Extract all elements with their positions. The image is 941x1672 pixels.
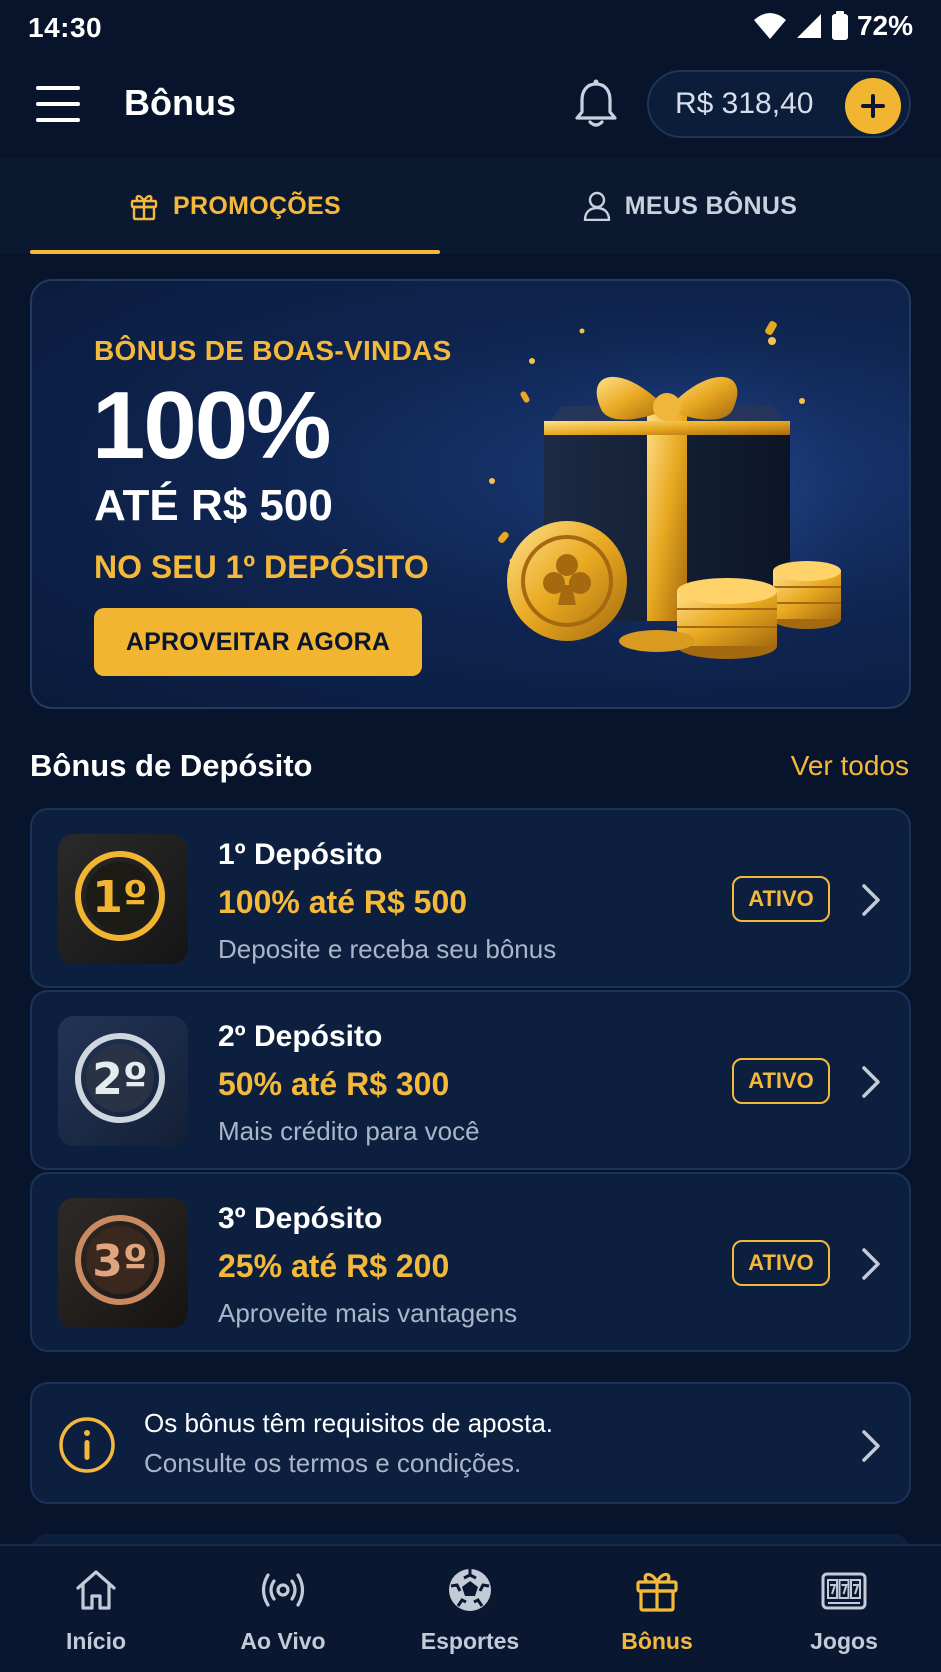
app-header: Bônus R$ 318,40	[0, 56, 941, 158]
gift-icon	[130, 194, 158, 221]
nav-label: Esportes	[420, 1628, 520, 1654]
deposit-description: Deposite e receba seu bônus	[218, 934, 557, 964]
active-tab-indicator	[30, 250, 440, 254]
live-broadcast-icon	[261, 1573, 305, 1607]
tab-promocoes[interactable]: PROMOÇÕES	[30, 158, 440, 254]
chevron-right-icon	[862, 1248, 880, 1280]
nav-label: Bônus	[621, 1628, 693, 1654]
notification-bell-icon[interactable]	[574, 78, 618, 130]
slot-machine-icon	[821, 1572, 867, 1610]
deposit-offer: 50% até R$ 300	[218, 1066, 450, 1102]
wagering-info-box[interactable]: Os bônus têm requisitos de aposta. Consu…	[30, 1382, 911, 1504]
nav-item-esportes[interactable]: Esportes	[376, 1546, 564, 1672]
info-text-secondary: Consulte os termos e condições.	[144, 1448, 522, 1478]
deposit-title: 3º Depósito	[218, 1202, 383, 1235]
tabs-bar: PROMOÇÕES MEUS BÔNUS	[0, 158, 941, 254]
status-time: 14:30	[28, 12, 103, 43]
balance-amount: R$ 318,40	[675, 87, 814, 120]
deposit-bonus-section-title: Bônus de Depósito	[30, 748, 313, 783]
cellular-signal-icon	[796, 14, 821, 38]
claim-bonus-button[interactable]: APROVEITAR AGORA	[94, 608, 422, 676]
status-indicators: 72%	[753, 10, 913, 42]
wifi-icon	[753, 13, 786, 39]
chevron-right-icon	[862, 884, 880, 916]
chevron-right-icon	[862, 1066, 880, 1098]
gift-icon	[636, 1572, 678, 1612]
medal-label: 2º	[92, 1054, 147, 1105]
balance-pill[interactable]: R$ 318,40	[647, 70, 911, 138]
bronze-medal-icon: 3º	[58, 1198, 188, 1328]
welcome-bonus-banner[interactable]: BÔNUS DE BOAS-VINDAS 100% ATÉ R$ 500 NO …	[30, 279, 911, 709]
gold-medal-icon: 1º	[58, 834, 188, 964]
nav-label: Jogos	[810, 1628, 878, 1654]
promo-percent: 100%	[92, 372, 332, 479]
nav-item-bonus[interactable]: Bônus	[563, 1546, 751, 1672]
tab-meus-bonus[interactable]: MEUS BÔNUS	[470, 158, 910, 254]
info-icon	[59, 1417, 115, 1473]
soccer-ball-icon	[449, 1569, 491, 1611]
silver-medal-icon: 2º	[58, 1016, 188, 1146]
view-all-link[interactable]: Ver todos	[791, 750, 909, 782]
deposit-title: 2º Depósito	[218, 1020, 383, 1053]
hamburger-menu-icon[interactable]	[36, 84, 80, 124]
info-text-primary: Os bônus têm requisitos de aposta.	[144, 1408, 554, 1438]
home-icon	[76, 1570, 116, 1610]
gift-and-coins-illustration	[482, 311, 902, 691]
status-bar: 14:30 72%	[0, 0, 941, 56]
user-icon	[583, 191, 610, 221]
nav-label: Início	[65, 1628, 127, 1654]
battery-icon	[831, 11, 848, 40]
bottom-navigation: Início Ao Vivo Esportes Bônus Jogos	[0, 1544, 941, 1672]
status-badge: ATIVO	[732, 1058, 830, 1104]
nav-label: Ao Vivo	[240, 1628, 326, 1654]
medal-label: 1º	[92, 872, 147, 923]
add-balance-button[interactable]	[845, 78, 901, 134]
deposit-bonus-row-2[interactable]: 2º 2º Depósito 50% até R$ 300 Mais crédi…	[30, 990, 911, 1170]
deposit-bonus-row-3[interactable]: 3º 3º Depósito 25% até R$ 200 Aproveite …	[30, 1172, 911, 1352]
battery-percentage: 72%	[856, 10, 913, 41]
nav-item-inicio[interactable]: Início	[2, 1546, 190, 1672]
promo-eyebrow: BÔNUS DE BOAS-VINDAS	[94, 335, 452, 366]
nav-item-jogos[interactable]: Jogos	[750, 1546, 938, 1672]
promo-subtitle: NO SEU 1º DEPÓSITO	[94, 549, 429, 585]
status-badge: ATIVO	[732, 1240, 830, 1286]
deposit-offer: 25% até R$ 200	[218, 1248, 450, 1284]
nav-item-ao-vivo[interactable]: Ao Vivo	[189, 1546, 377, 1672]
plus-icon	[861, 94, 885, 118]
page-title: Bônus	[124, 82, 236, 123]
deposit-bonus-row-1[interactable]: 1º 1º Depósito 100% até R$ 500 Deposite …	[30, 808, 911, 988]
deposit-description: Aproveite mais vantagens	[218, 1298, 518, 1328]
status-badge: ATIVO	[732, 876, 830, 922]
deposit-offer: 100% até R$ 500	[218, 884, 468, 920]
promo-amount: ATÉ R$ 500	[94, 481, 333, 530]
deposit-title: 1º Depósito	[218, 838, 383, 871]
deposit-description: Mais crédito para você	[218, 1116, 480, 1146]
tab-promocoes-label: PROMOÇÕES	[173, 191, 341, 220]
chevron-right-icon	[862, 1430, 880, 1462]
tab-meus-bonus-label: MEUS BÔNUS	[624, 191, 798, 220]
medal-label: 3º	[92, 1236, 147, 1287]
